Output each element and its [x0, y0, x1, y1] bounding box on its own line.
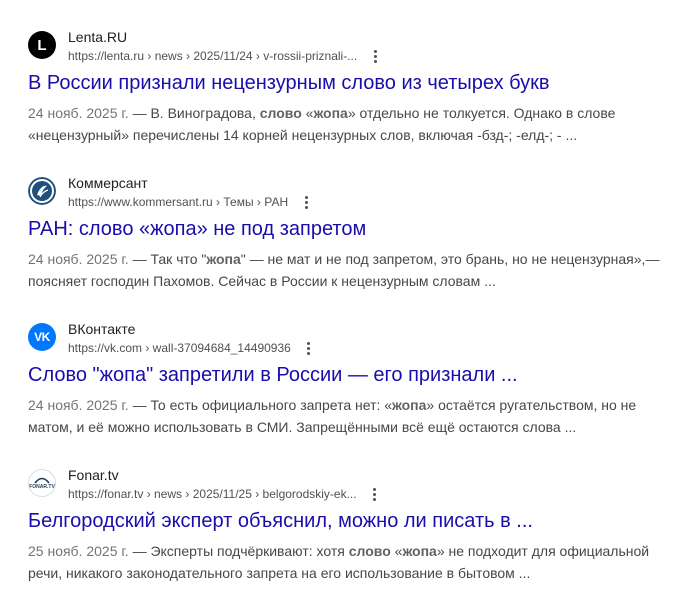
fonar-logo-text: FONAR.TV — [29, 484, 55, 490]
result-date: 24 нояб. 2025 г. — [28, 105, 129, 121]
result-date: 24 нояб. 2025 г. — [28, 251, 129, 267]
snippet-text: — Так что " — [128, 251, 207, 267]
result-source[interactable]: Коммерсант https://www.kommersant.ru › Т… — [28, 170, 678, 216]
result-snippet: 25 нояб. 2025 г. — Эксперты подчёркивают… — [28, 540, 668, 584]
result-snippet: 24 нояб. 2025 г. — То есть официального … — [28, 394, 668, 438]
result-url: https://www.kommersant.ru › Темы › РАН — [68, 194, 314, 210]
more-options-icon[interactable] — [301, 340, 317, 356]
snippet-highlight: слово — [348, 543, 391, 559]
url-text: https://fonar.tv › news › 2025/11/25 › b… — [68, 487, 357, 501]
snippet-highlight: слово — [259, 105, 302, 121]
result-source[interactable]: FONAR.TV Fonar.tv https://fonar.tv › new… — [28, 462, 678, 508]
search-result: Коммерсант https://www.kommersant.ru › Т… — [28, 170, 678, 316]
url-text: https://lenta.ru › news › 2025/11/24 › v… — [68, 49, 358, 63]
snippet-highlight: жопа — [313, 105, 348, 121]
result-date: 24 нояб. 2025 г. — [28, 397, 129, 413]
snippet-highlight: жопа — [206, 251, 241, 267]
site-name: ВКонтакте — [68, 321, 136, 337]
result-snippet: 24 нояб. 2025 г. — В. Виноградова, слово… — [28, 102, 668, 146]
kommersant-logo-svg — [28, 177, 56, 205]
url-text: https://vk.com › wall-37094684_14490936 — [68, 341, 291, 355]
snippet-text: « — [390, 543, 403, 559]
site-name: Fonar.tv — [68, 467, 119, 483]
more-options-icon[interactable] — [298, 194, 314, 210]
fonar-logo-icon: FONAR.TV — [28, 469, 56, 497]
vk-logo-icon: VK — [28, 323, 56, 351]
snippet-text: — В. Виноградова, — [128, 105, 260, 121]
search-result: L Lenta.RU https://lenta.ru › news › 202… — [28, 24, 678, 170]
search-result: FONAR.TV Fonar.tv https://fonar.tv › new… — [28, 462, 678, 608]
result-title-link[interactable]: В России признали нецензурным слово из ч… — [28, 70, 678, 96]
result-title-link[interactable]: Белгородский эксперт объяснил, можно ли … — [28, 508, 678, 534]
search-result: VK ВКонтакте https://vk.com › wall-37094… — [28, 316, 678, 462]
search-results: L Lenta.RU https://lenta.ru › news › 202… — [28, 24, 678, 608]
snippet-highlight: жопа — [402, 543, 437, 559]
more-options-icon[interactable] — [367, 486, 383, 502]
result-source[interactable]: L Lenta.RU https://lenta.ru › news › 202… — [28, 24, 678, 70]
snippet-highlight: жопа — [392, 397, 427, 413]
result-title-link[interactable]: Слово "жопа" запретили в России — его пр… — [28, 362, 678, 388]
lenta-logo-icon: L — [28, 31, 56, 59]
result-snippet: 24 нояб. 2025 г. — Так что "жопа" — не м… — [28, 248, 668, 292]
result-title-link[interactable]: РАН: слово «жопа» не под запретом — [28, 216, 678, 242]
url-text: https://www.kommersant.ru › Темы › РАН — [68, 195, 289, 209]
snippet-text: — Эксперты подчёркивают: хотя — [128, 543, 349, 559]
result-source[interactable]: VK ВКонтакте https://vk.com › wall-37094… — [28, 316, 678, 362]
result-url: https://fonar.tv › news › 2025/11/25 › b… — [68, 486, 383, 502]
fonar-arc-svg — [34, 477, 50, 484]
snippet-text: — То есть официального запрета нет: « — [128, 397, 393, 413]
more-options-icon[interactable] — [367, 48, 383, 64]
lenta-logo-letter: L — [37, 36, 47, 54]
site-name: Lenta.RU — [68, 29, 128, 45]
vk-logo-letters: VK — [34, 330, 50, 344]
snippet-text: « — [301, 105, 314, 121]
result-date: 25 нояб. 2025 г. — [28, 543, 129, 559]
site-name: Коммерсант — [68, 175, 148, 191]
kommersant-logo-icon — [28, 177, 56, 205]
result-url: https://vk.com › wall-37094684_14490936 — [68, 340, 317, 356]
result-url: https://lenta.ru › news › 2025/11/24 › v… — [68, 48, 383, 64]
